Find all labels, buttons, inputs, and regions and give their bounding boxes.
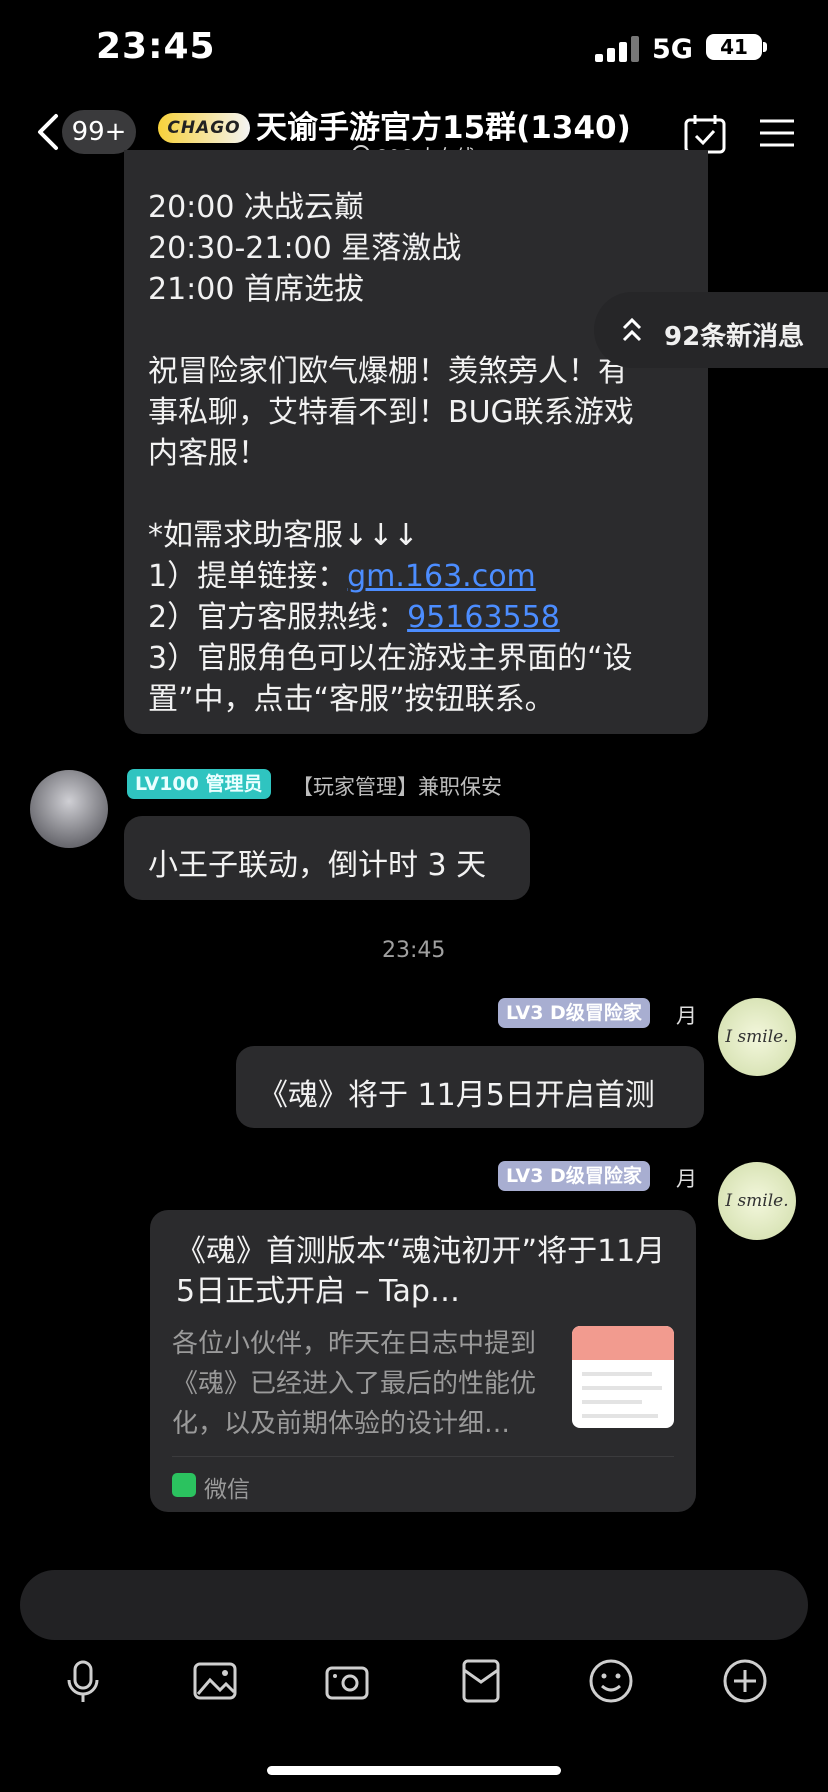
unread-badge[interactable]: 99+ — [62, 110, 136, 154]
home-indicator[interactable] — [267, 1766, 561, 1775]
notice-line: *如需求助客服↓↓↓ — [148, 518, 419, 553]
menu-icon[interactable] — [758, 117, 796, 149]
card-title: 《魂》首测版本“魂沌初开”将于11月5日正式开启 – Tap… — [176, 1234, 666, 1309]
hotline-link[interactable]: 95163558 — [407, 600, 560, 635]
message-text: 小王子联动，倒计时 3 天 — [148, 848, 487, 883]
notice-line: 20:00 决战云巅 — [148, 190, 364, 225]
group-title[interactable]: 天谕手游官方15群(1340) — [256, 102, 631, 147]
notice-line: 事私聊，艾特看不到！BUG联系游戏 — [148, 395, 634, 430]
level-badge: LV3 D级冒险家 — [498, 998, 650, 1028]
battery-tip — [763, 42, 767, 52]
avatar[interactable]: I smile. — [718, 998, 796, 1076]
notice-line: 21:00 首席选拔 — [148, 272, 364, 307]
calendar-check-icon[interactable] — [684, 114, 726, 154]
card-divider — [172, 1456, 674, 1457]
message-input[interactable] — [20, 1570, 808, 1640]
double-chevron-up-icon — [622, 317, 642, 342]
red-packet-icon[interactable] — [458, 1658, 504, 1704]
network-label: 5G — [652, 34, 693, 65]
support-link[interactable]: gm.163.com — [347, 559, 536, 594]
card-thumbnail — [572, 1326, 674, 1428]
notice-line: 20:30-21:00 星落激战 — [148, 231, 462, 266]
notice-line: 2）官方客服热线：95163558 — [148, 600, 560, 635]
card-description: 各位小伙伴，昨天在日志中提到《魂》已经进入了最后的性能优化，以及前期体验的设计细… — [172, 1329, 537, 1439]
wechat-icon — [172, 1473, 196, 1497]
notice-line: 3）官服角色可以在游戏主界面的“设 — [148, 641, 633, 676]
back-icon[interactable] — [34, 112, 64, 152]
notice-line: 1）提单链接：gm.163.com — [148, 559, 536, 594]
sender-name: 月 — [676, 1004, 697, 1028]
notice-message-bubble[interactable]: 20:00 决战云巅 20:30-21:00 星落激战 21:00 首席选拔 祝… — [124, 150, 708, 734]
sender-name: 月 — [676, 1167, 697, 1191]
image-icon[interactable] — [192, 1658, 238, 1704]
notice-line: 内客服！ — [148, 436, 268, 471]
avatar[interactable] — [30, 770, 108, 848]
status-time: 23:45 — [96, 26, 216, 67]
notice-line: 祝冒险家们欧气爆棚！羡煞旁人！有 — [148, 354, 628, 389]
timestamp: 23:45 — [382, 938, 446, 963]
level-badge: LV100 管理员 — [127, 769, 271, 799]
message-text: 《魂》将于 11月5日开启首测 — [258, 1078, 655, 1113]
new-messages-label: 92条新消息 — [664, 322, 805, 352]
card-source: 微信 — [204, 1477, 250, 1503]
battery-icon: 41 — [706, 34, 762, 60]
notice-line: 置”中，点击“客服”按钮联系。 — [148, 682, 555, 717]
group-logo: CHAGO — [158, 113, 250, 143]
avatar[interactable]: I smile. — [718, 1162, 796, 1240]
mic-icon[interactable] — [60, 1658, 106, 1704]
member-tag: 【玩家管理】兼职保安 — [292, 775, 502, 799]
camera-icon[interactable] — [324, 1658, 370, 1704]
plus-icon[interactable] — [722, 1658, 768, 1704]
emoji-icon[interactable] — [588, 1658, 634, 1704]
level-badge: LV3 D级冒险家 — [498, 1161, 650, 1191]
signal-icon — [595, 36, 639, 62]
